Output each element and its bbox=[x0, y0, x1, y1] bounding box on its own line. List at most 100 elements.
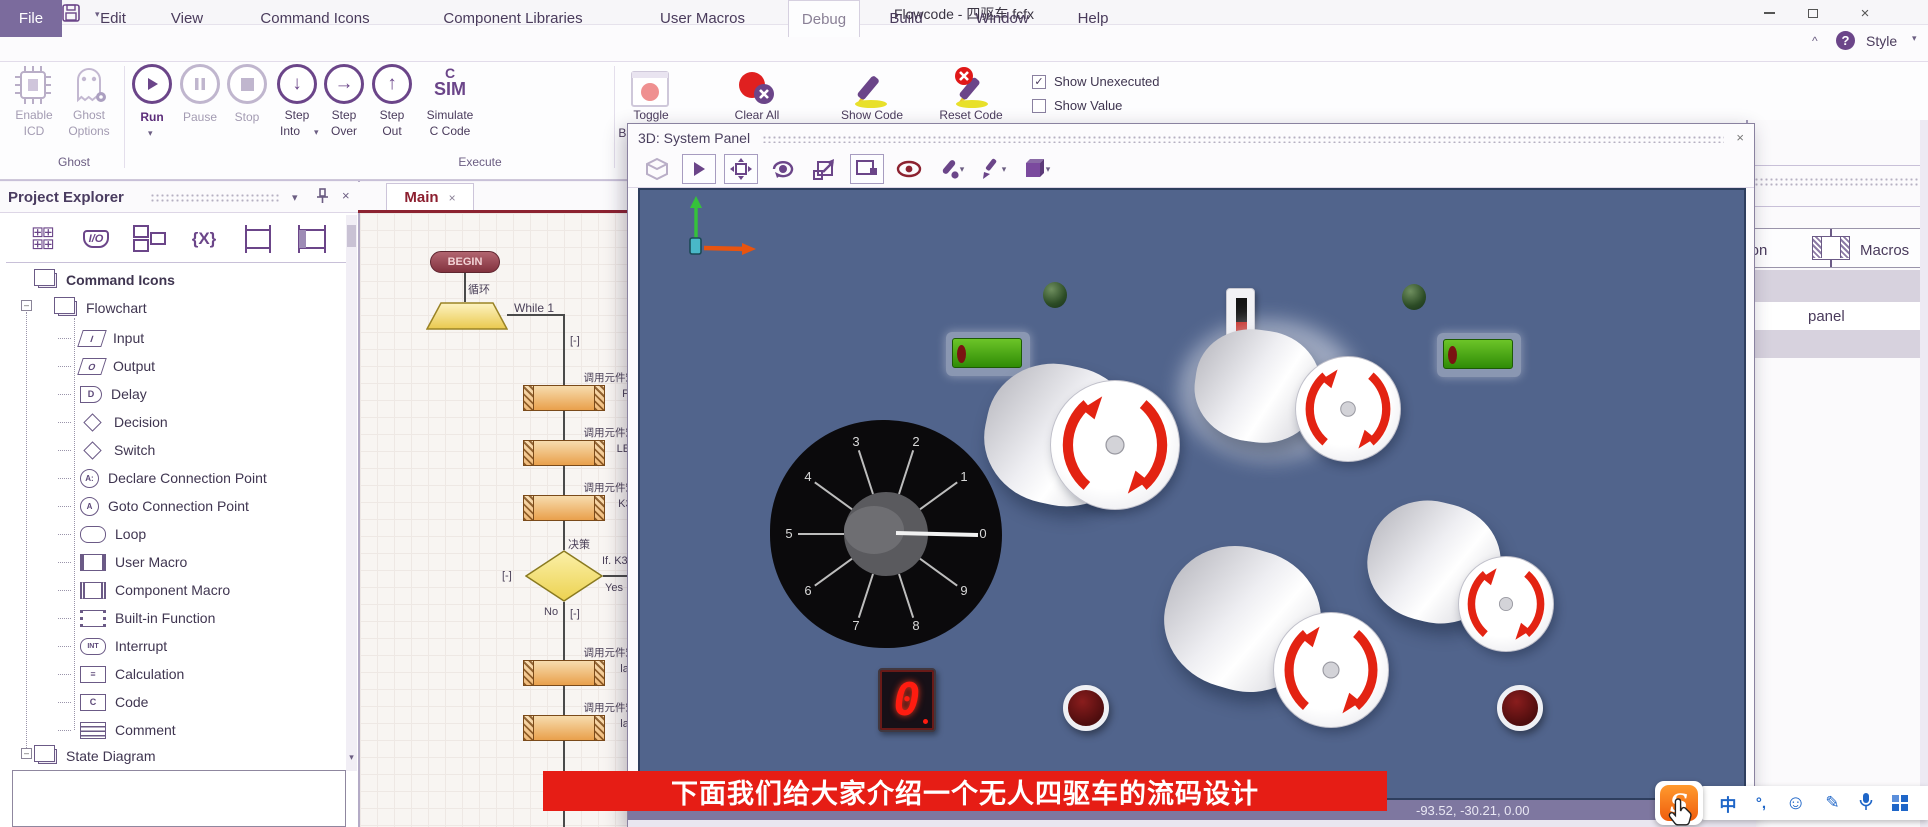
3d-view-icon[interactable] bbox=[640, 154, 674, 184]
project-explorer-close-icon[interactable]: × bbox=[342, 188, 350, 203]
component-macro-block[interactable] bbox=[523, 495, 605, 521]
component-macro-block[interactable] bbox=[523, 660, 605, 686]
3d-viewport[interactable]: 0 1 2 3 4 5 6 7 8 9 0 bbox=[638, 188, 1746, 800]
ime-voice-icon[interactable] bbox=[1859, 792, 1873, 814]
run-caret-icon[interactable]: ▾ bbox=[148, 128, 153, 139]
tree-item-component-macro[interactable]: Component Macro bbox=[58, 578, 230, 602]
tree-group-flowchart[interactable]: Flowchart bbox=[58, 296, 147, 320]
tree-item-decision[interactable]: Decision bbox=[58, 410, 168, 434]
led-module-object[interactable] bbox=[1437, 333, 1521, 377]
tree-item-interrupt[interactable]: INTInterrupt bbox=[58, 634, 167, 658]
region-select-button[interactable] bbox=[850, 154, 884, 184]
loop-start-node[interactable] bbox=[426, 302, 508, 330]
component-macro-block[interactable] bbox=[523, 440, 605, 466]
simulate-play-button[interactable] bbox=[682, 154, 716, 184]
motor-face[interactable] bbox=[1050, 380, 1180, 510]
tree-root-command-icons[interactable]: Command Icons bbox=[38, 268, 175, 292]
toggle-breakpoints-button[interactable] bbox=[630, 70, 670, 111]
state-diagram-expander[interactable]: – bbox=[21, 748, 32, 759]
minimize-button[interactable] bbox=[1752, 4, 1786, 22]
explorer-scroll-down-icon[interactable]: ▾ bbox=[345, 750, 358, 764]
push-button-object[interactable] bbox=[1497, 685, 1543, 731]
rotate-tool-button[interactable] bbox=[766, 154, 800, 184]
decision-node[interactable] bbox=[525, 550, 603, 602]
3d-panel-drag-handle[interactable] bbox=[762, 135, 1724, 143]
menu-view[interactable]: View bbox=[157, 0, 217, 37]
led-module-object[interactable] bbox=[946, 332, 1030, 376]
reset-code-button[interactable] bbox=[950, 66, 994, 113]
tree-item-output[interactable]: OOutput bbox=[58, 354, 155, 378]
flowchart-expander[interactable]: – bbox=[21, 300, 32, 311]
menu-file[interactable]: File bbox=[0, 0, 62, 37]
project-explorer-drag-handle[interactable] bbox=[150, 193, 280, 202]
component-macro-block[interactable] bbox=[523, 715, 605, 741]
ime-toolbox-icon[interactable] bbox=[1892, 795, 1908, 811]
menu-help[interactable]: Help bbox=[1062, 0, 1124, 37]
show-unexecuted-checkbox[interactable]: ✓ Show Unexecuted bbox=[1032, 74, 1160, 89]
wrench-icon[interactable]: ▾ bbox=[934, 154, 968, 184]
style-caret-icon[interactable]: ▾ bbox=[1912, 33, 1917, 44]
macro-row[interactable] bbox=[1748, 330, 1928, 358]
run-button[interactable] bbox=[132, 64, 172, 104]
resize-tool-button[interactable] bbox=[808, 154, 842, 184]
tree-item-built-in-function[interactable]: Built-in Function bbox=[58, 606, 215, 630]
begin-node[interactable]: BEGIN bbox=[430, 251, 500, 273]
tree-item-goto-connection-point[interactable]: AGoto Connection Point bbox=[58, 494, 249, 518]
show-value-checkbox[interactable]: Show Value bbox=[1032, 98, 1122, 113]
explorer-scrollbar-thumb[interactable] bbox=[347, 225, 356, 247]
ribbon-collapse-icon[interactable]: ^ bbox=[1812, 34, 1818, 48]
motor-face[interactable] bbox=[1273, 612, 1389, 728]
ghost-options-button[interactable] bbox=[70, 64, 110, 109]
motor-face[interactable] bbox=[1295, 356, 1401, 462]
pause-button[interactable] bbox=[180, 64, 220, 104]
ime-handwriting-icon[interactable]: ✎ bbox=[1825, 793, 1839, 813]
restore-button[interactable] bbox=[1796, 4, 1830, 22]
windows-icon[interactable] bbox=[130, 222, 170, 256]
help-icon[interactable]: ? bbox=[1836, 31, 1855, 50]
push-button-object[interactable] bbox=[1063, 685, 1109, 731]
macros-header[interactable]: Macros bbox=[1860, 242, 1909, 259]
step-into-button[interactable]: ↓ bbox=[277, 64, 317, 104]
tree-item-comment[interactable]: Comment bbox=[58, 718, 176, 742]
grid-view-icon[interactable]: ⊞⊞⊞⊞ bbox=[22, 222, 62, 256]
tree-item-declare-connection-point[interactable]: A:Declare Connection Point bbox=[58, 466, 267, 490]
paintbrush-icon[interactable]: ▾ bbox=[976, 154, 1010, 184]
ime-toolbar[interactable]: 中 °, ☺ ✎ bbox=[1700, 786, 1928, 820]
show-code-button[interactable] bbox=[852, 68, 894, 113]
right-panel-drag-handle[interactable] bbox=[1754, 177, 1924, 186]
simulate-c-code-button[interactable]: C SIM bbox=[425, 66, 475, 98]
menu-window[interactable]: Window bbox=[958, 0, 1046, 37]
io-ports-icon[interactable]: I/O bbox=[76, 222, 116, 256]
tab-close-icon[interactable]: × bbox=[449, 191, 456, 205]
3d-system-panel[interactable]: 3D: System Panel × ▾ ▾ ▾ bbox=[627, 123, 1755, 827]
menu-component-libraries[interactable]: Component Libraries bbox=[408, 0, 618, 37]
rotary-dial-object[interactable]: 0 1 2 3 4 5 6 7 8 9 bbox=[766, 414, 1006, 654]
move-tool-button[interactable] bbox=[724, 154, 758, 184]
tree-group-state-diagram[interactable]: State Diagram bbox=[38, 744, 155, 768]
tree-item-input[interactable]: IInput bbox=[58, 326, 144, 350]
enable-icd-button[interactable] bbox=[13, 64, 53, 109]
menu-user-macros[interactable]: User Macros bbox=[640, 0, 765, 37]
component-macro-bar-icon[interactable] bbox=[292, 222, 332, 256]
stop-button[interactable] bbox=[227, 64, 267, 104]
macro-row[interactable] bbox=[1748, 270, 1928, 302]
tree-item-code[interactable]: CCode bbox=[58, 690, 148, 714]
menu-debug[interactable]: Debug bbox=[788, 0, 860, 37]
collapse-marker-below[interactable]: [-] bbox=[570, 608, 580, 620]
motor-face[interactable] bbox=[1458, 556, 1554, 652]
collapse-marker-left[interactable]: [-] bbox=[502, 570, 512, 582]
macro-bar-icon[interactable] bbox=[238, 222, 278, 256]
sphere-object[interactable] bbox=[1402, 284, 1426, 310]
eye-icon[interactable] bbox=[892, 154, 926, 184]
ime-chinese-mode-icon[interactable]: 中 bbox=[1719, 791, 1736, 816]
step-over-button[interactable]: → bbox=[324, 64, 364, 104]
seven-segment-display[interactable]: 0 bbox=[878, 668, 936, 732]
project-explorer-caret-icon[interactable]: ▾ bbox=[292, 191, 298, 204]
menu-edit[interactable]: Edit bbox=[83, 0, 143, 37]
3d-panel-title-bar[interactable]: 3D: System Panel × bbox=[628, 124, 1754, 151]
sphere-object[interactable] bbox=[1043, 282, 1067, 308]
tree-item-user-macro[interactable]: User Macro bbox=[58, 550, 187, 574]
close-button[interactable]: × bbox=[1848, 4, 1882, 22]
component-macro-block[interactable] bbox=[523, 385, 605, 411]
variables-icon[interactable]: {X} bbox=[184, 222, 224, 256]
